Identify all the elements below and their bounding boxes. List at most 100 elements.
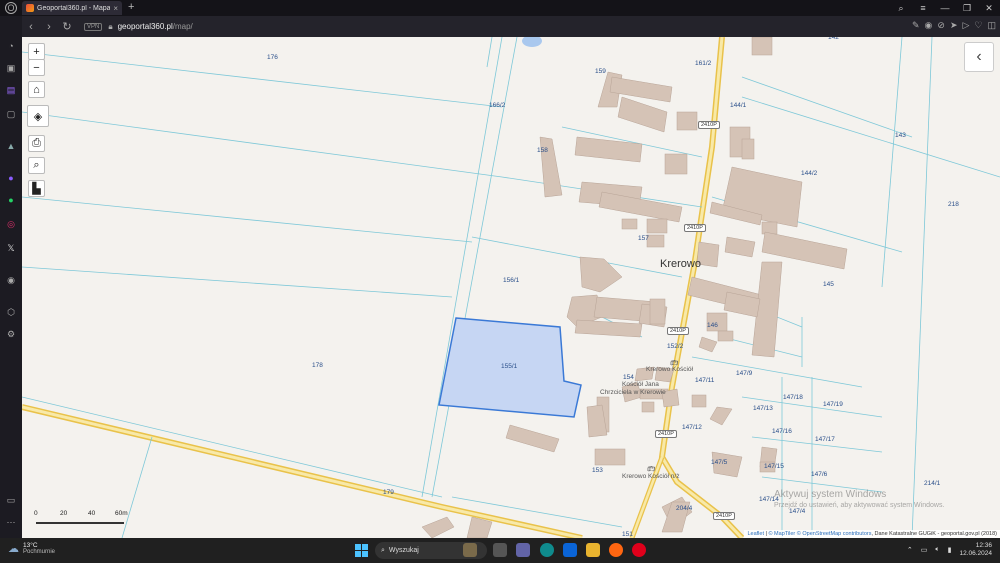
parcel-label: 147/17 [815, 436, 835, 443]
road-shield: 2410P [698, 121, 720, 129]
windows-activation-title: Aktywuj system Windows [774, 489, 887, 500]
extensions-icon[interactable]: ◫ [987, 20, 996, 31]
address-bar: ‹ › ↻ VPN 🔒︎ geoportal360.pl/map/ ✎ ◉ ⊘ … [22, 16, 1000, 37]
poi-label: Kościół Jana [622, 381, 659, 388]
parcel-label: 153 [592, 467, 603, 474]
player-icon[interactable]: ▷ [962, 20, 969, 31]
parcel-label: 179 [383, 489, 394, 496]
windows-activation-subtitle: Przejdź do ustawień, aby aktywować syste… [774, 502, 945, 509]
send-icon[interactable]: ➤ [950, 20, 958, 31]
menu-icon[interactable]: ≡ [912, 0, 934, 16]
messenger-icon[interactable]: ● [5, 172, 17, 184]
system-tray: ⌃ ▭ 🔈︎ ▮ 12:36 12.06.2024 [907, 542, 992, 558]
instagram-icon[interactable]: ◎ [5, 218, 17, 230]
tab-geoportal[interactable]: Geoportal360.pl - Mapa Inte × [22, 1, 122, 15]
minimize-icon[interactable]: — [934, 0, 956, 16]
scale-tick: 60m [115, 510, 128, 517]
weather-condition: Pochmurnie [23, 549, 56, 555]
osm-link[interactable]: © OpenStreetMap contributors [797, 531, 872, 537]
settings-icon[interactable]: ⚙ [5, 328, 17, 340]
bus-stop-icon[interactable]: 🚌︎ [647, 465, 655, 473]
layers-icon[interactable]: ◈ [27, 105, 49, 127]
chevron-up-icon[interactable]: ⌃ [907, 546, 913, 554]
url-field[interactable]: geoportal360.pl/map/ [118, 22, 193, 31]
parcel-label: 147/12 [682, 424, 702, 431]
panel-toggle-chevron-icon[interactable]: ‹ [964, 42, 994, 72]
camera-icon[interactable]: ◉ [925, 20, 933, 31]
widgets-app-icon[interactable] [463, 543, 477, 557]
road-shield: 2410P [655, 430, 677, 438]
maptiler-link[interactable]: © MapTiler [768, 531, 795, 537]
speed-dial-icon[interactable]: ◔ [5, 40, 17, 52]
battery-icon[interactable]: ▮ [948, 546, 952, 554]
search-map-icon[interactable]: ⌕ [28, 157, 45, 174]
player-sidebar-icon[interactable]: ◉ [5, 274, 17, 286]
mail-app-icon[interactable] [563, 543, 577, 557]
volume-icon[interactable]: 🔈︎ [935, 546, 939, 554]
teams-app-icon[interactable] [516, 543, 530, 557]
whatsapp-icon[interactable]: ● [5, 194, 17, 206]
parcel-label: 178 [312, 362, 323, 369]
home-icon[interactable]: ⌂ [28, 81, 45, 98]
parcel-label: 158 [537, 147, 548, 154]
tab-close-icon[interactable]: × [113, 4, 118, 13]
task-view-icon[interactable] [493, 543, 507, 557]
map-view[interactable]: + − ⌂ ◈ ⎙ ⌕ ▙ ‹ 176 166/2 159 161/2 142 … [22, 37, 1000, 538]
x-icon[interactable]: 𝕏 [5, 242, 17, 254]
address-bar-icons: ✎ ◉ ⊘ ➤ ▷ ♡ ◫ [912, 20, 996, 31]
cube-icon[interactable]: ⬡ [5, 306, 17, 318]
close-window-icon[interactable]: ✕ [978, 0, 1000, 16]
parcel-label: 166/2 [489, 102, 506, 109]
clock-time: 12:36 [975, 542, 992, 549]
heart-icon[interactable]: ♡ [974, 20, 982, 31]
print-icon[interactable]: ⎙ [28, 135, 45, 152]
parcel-label-selected[interactable]: 155/1 [501, 363, 517, 370]
edit-icon[interactable]: ✎ [912, 20, 920, 31]
tab-islands-icon[interactable]: ▭ [5, 494, 17, 506]
lock-icon[interactable]: 🔒︎ [108, 22, 112, 32]
vpn-badge[interactable]: VPN [84, 22, 103, 31]
parcel-label: 147/13 [753, 405, 773, 412]
network-icon[interactable]: ▭ [921, 546, 928, 554]
browser-sidebar: O ◔ ▣ ▤ ▢ ▲ ● ● ◎ 𝕏 ◉ ⬡ ⚙ ▭ ⋯ [0, 2, 22, 538]
parcel-label: 147/19 [823, 401, 843, 408]
bag-icon[interactable]: ▣ [5, 62, 17, 74]
opera-app-icon[interactable] [632, 543, 646, 557]
explorer-app-icon[interactable] [586, 543, 600, 557]
edge-app-icon[interactable] [540, 543, 554, 557]
parcel-label: 143 [895, 132, 906, 139]
clock[interactable]: 12:36 12.06.2024 [959, 542, 992, 558]
windows-start-icon[interactable] [355, 544, 368, 557]
parcel-label: 146 [707, 322, 718, 329]
scale-line [36, 522, 124, 524]
search-tabs-icon[interactable]: ⌕ [890, 0, 912, 16]
geoportal-favicon-icon [26, 4, 34, 12]
frame-icon[interactable]: ▙ [28, 180, 45, 197]
wallet-icon[interactable]: ▢ [5, 108, 17, 120]
zoom-in-button[interactable]: + [28, 43, 45, 60]
zoom-out-button[interactable]: − [28, 59, 45, 76]
back-nav-icon[interactable]: ‹ [22, 21, 40, 33]
opera-logo-icon[interactable]: O [5, 2, 17, 14]
weather-widget[interactable]: ☁ 13°C Pochmurnie [8, 542, 55, 555]
new-tab-button[interactable]: + [128, 1, 134, 13]
attribution: Leaflet | © MapTiler © OpenStreetMap con… [744, 530, 1000, 538]
aria-icon[interactable]: ▲ [5, 140, 17, 152]
parcel-label: 147/16 [772, 428, 792, 435]
forward-nav-icon[interactable]: › [40, 21, 58, 33]
more-icon[interactable]: ⋯ [5, 516, 17, 528]
poi-label: Krerowo Kościół n/ż [622, 473, 680, 480]
maximize-icon[interactable]: ❐ [956, 0, 978, 16]
road-shield: 2410P [684, 224, 706, 232]
parcel-label: 176 [267, 54, 278, 61]
leaflet-link[interactable]: Leaflet [747, 531, 764, 537]
block-icon[interactable]: ⊘ [937, 20, 945, 31]
twitch-icon[interactable]: ▤ [5, 84, 17, 96]
parcel-label: 147/6 [811, 471, 828, 478]
poi-label: Chrzciciela w Krerowie [600, 389, 666, 396]
scale-tick: 20 [60, 510, 68, 517]
firefox-app-icon[interactable] [609, 543, 623, 557]
reload-icon[interactable]: ↻ [58, 20, 76, 33]
taskbar: ☁ 13°C Pochmurnie ⌕ Wyszukaj ⌃ ▭ 🔈︎ ▮ 12… [0, 538, 1000, 563]
map-canvas [22, 37, 1000, 538]
